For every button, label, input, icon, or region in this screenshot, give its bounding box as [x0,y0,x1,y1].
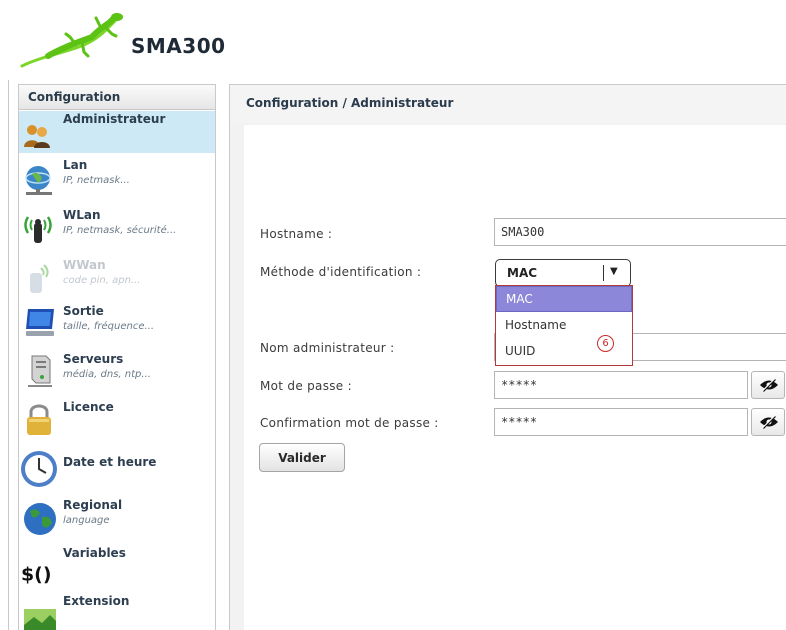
sidebar-item-sub: IP, netmask, sécurité... [63,225,177,236]
dollar-braces-icon: $() [21,564,52,586]
sidebar-item-sortie[interactable]: Sortie taille, fréquence... [19,303,215,349]
sidebar-item-sub: IP, netmask... [63,175,130,186]
sidebar-item-regional[interactable]: Regional language [19,497,215,543]
select-divider [603,265,604,281]
method-select[interactable]: MAC ▼ [495,259,631,287]
sidebar-title: Configuration [19,85,215,110]
dropdown-option-hostname[interactable]: Hostname [496,313,632,339]
sidebar-item-label: Variables [63,546,126,560]
method-label: Méthode d'identification : [260,265,422,279]
earth-icon [24,503,56,535]
clock-icon [21,451,57,487]
confirm-password-label: Confirmation mot de passe : [260,416,439,430]
sidebar-item-sub: language [63,515,110,526]
form-area: Hostname : SMA300 Méthode d'identificati… [244,125,786,630]
landscape-icon [24,609,56,630]
page-title: Configuration / Administrateur [246,96,454,110]
sidebar-item-sub: média, dns, ntp... [63,369,151,380]
sidebar-item-date-et-heure[interactable]: Date et heure [19,447,215,493]
sidebar-item-label: Lan [63,158,88,172]
chevron-down-icon: ▼ [610,266,618,277]
method-dropdown-list: MAC Hostname UUID 6 [495,285,633,366]
main-panel: Configuration / Administrateur Hostname … [229,84,786,630]
sidebar-item-sub: code pin, apn... [63,275,141,286]
hostname-label: Hostname : [260,227,333,241]
sidebar-item-variables[interactable]: $() Variables [19,545,215,591]
users-icon [24,125,50,148]
header: SMA300 [8,8,786,80]
admin-name-label: Nom administrateur : [260,341,395,355]
sidebar-item-label: Licence [63,400,114,414]
sidebar-item-extension[interactable]: Extension [19,593,215,630]
sidebar-item-administrateur[interactable]: Administrateur [19,111,215,153]
dropdown-option-mac[interactable]: MAC [496,286,632,312]
cellular-icon [30,264,49,293]
sidebar-item-licence[interactable]: Licence [19,399,215,445]
sidebar-item-label: Serveurs [63,352,124,366]
main-header: Configuration / Administrateur [230,85,786,123]
server-icon [28,355,52,387]
sidebar-item-label: Extension [63,594,130,608]
svg-text:$(): $() [21,564,52,586]
sidebar-item-label: WWan [63,258,106,272]
sidebar-item-lan[interactable]: Lan IP, netmask... [19,157,215,203]
method-select-value: MAC [507,266,538,280]
sidebar-item-sub: taille, fréquence... [63,321,155,332]
padlock-icon [27,404,51,435]
password-toggle-button[interactable] [751,371,785,399]
confirm-password-toggle-button[interactable] [751,408,785,436]
globe-network-icon [25,166,52,195]
eye-toggle-icon [760,378,778,392]
sidebar-item-wwan[interactable]: WWan code pin, apn... [19,257,215,303]
sidebar-item-label: Regional [63,498,123,512]
password-field[interactable]: ***** [494,371,748,399]
app-title: SMA300 [131,34,226,58]
confirm-password-field[interactable]: ***** [494,408,748,436]
hostname-field[interactable]: SMA300 [494,218,786,246]
eye-toggle-icon [760,415,778,429]
gecko-logo [20,13,123,68]
password-label: Mot de passe : [260,379,352,393]
annotation-badge: 6 [597,335,614,352]
sidebar-item-wlan[interactable]: WLan IP, netmask, sécurité... [19,207,215,253]
wireless-antenna-icon [24,216,52,243]
sidebar-item-serveurs[interactable]: Serveurs média, dns, ntp... [19,351,215,397]
sidebar-item-label: Sortie [63,304,104,318]
monitor-icon [26,309,54,336]
sidebar-item-label: Date et heure [63,455,157,469]
submit-button[interactable]: Valider [259,443,345,472]
sidebar: Configuration Administrateur Lan IP, net… [18,84,216,630]
sidebar-item-label: WLan [63,208,101,222]
sidebar-item-label: Administrateur [63,112,166,126]
